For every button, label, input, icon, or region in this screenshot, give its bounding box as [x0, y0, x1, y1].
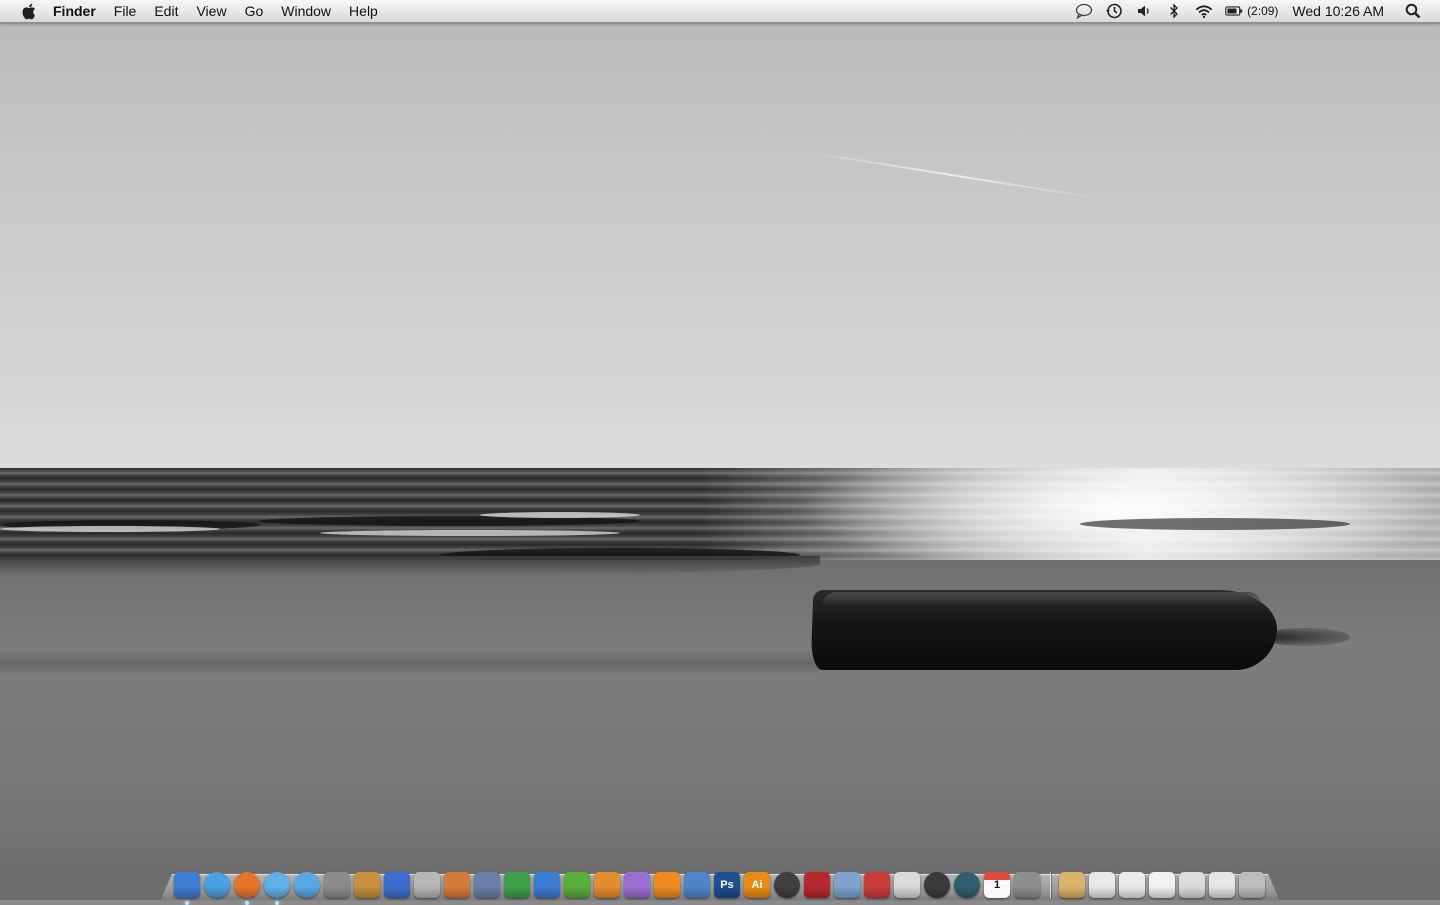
dock-word-icon[interactable]	[534, 872, 560, 898]
dock-itunes-icon[interactable]	[264, 872, 290, 905]
dock-osx-app-icon[interactable]	[924, 872, 950, 898]
dock-xcode-icon[interactable]	[684, 872, 710, 898]
menu-clock[interactable]: Wed 10:26 AM	[1292, 3, 1384, 19]
dock-idvd-icon[interactable]	[414, 872, 440, 898]
menu-help[interactable]: Help	[340, 0, 387, 22]
menu-app-finder[interactable]: Finder	[53, 0, 105, 22]
wallpaper-sand-ridge	[0, 650, 820, 676]
apple-menu-icon[interactable]	[19, 2, 37, 20]
dock: Ps Ai 1	[160, 856, 1280, 905]
dock-vmware-icon[interactable]	[864, 872, 890, 898]
dock-safari-icon[interactable]	[204, 872, 230, 898]
dock-photoshop-icon[interactable]: Ps	[714, 872, 740, 898]
dock-imovie-icon[interactable]	[384, 872, 410, 898]
dock-numbers-icon[interactable]	[504, 872, 530, 898]
dock-excel-icon[interactable]	[564, 872, 590, 898]
time-machine-icon[interactable]	[1105, 2, 1123, 20]
menu-bar: Finder File Edit View Go Window Help (2:…	[0, 0, 1440, 23]
dock-ical-icon[interactable]: 1	[984, 872, 1010, 898]
spotlight-icon[interactable]	[1404, 2, 1422, 20]
dock-screenshots-stack-icon[interactable]	[1179, 872, 1205, 898]
dock-aperture-icon[interactable]	[774, 872, 800, 898]
wifi-icon[interactable]	[1195, 2, 1213, 20]
dock-text-doc-stack-icon[interactable]	[1149, 872, 1175, 898]
dock-downloads-stack-icon[interactable]	[1209, 872, 1235, 898]
dock-vlc-icon[interactable]	[654, 872, 680, 898]
dock-powerpoint-icon[interactable]	[594, 872, 620, 898]
running-indicator	[245, 901, 249, 905]
dock-firefox-icon[interactable]	[234, 872, 260, 905]
dock-finder-icon[interactable]	[174, 872, 200, 905]
wallpaper-wave	[1080, 518, 1350, 530]
chat-status-icon[interactable]	[1075, 2, 1093, 20]
battery-icon[interactable]	[1225, 2, 1243, 20]
dock-iphoto-icon[interactable]	[324, 872, 350, 898]
menu-file[interactable]: File	[105, 0, 146, 22]
running-indicator	[185, 901, 189, 905]
dock-trash-icon[interactable]	[1239, 872, 1265, 898]
dock-keynote-icon[interactable]	[444, 872, 470, 898]
dock-illustrator-label: Ai	[751, 879, 763, 891]
wallpaper-foam	[320, 530, 620, 536]
bluetooth-icon[interactable]	[1165, 2, 1183, 20]
menu-go[interactable]: Go	[236, 0, 273, 22]
dock-preview-icon[interactable]	[834, 872, 860, 898]
dock-pages-doc-stack-icon[interactable]	[1119, 872, 1145, 898]
dock-script-editor-icon[interactable]	[474, 872, 500, 898]
dock-ical-label: 1	[993, 879, 1001, 891]
dock-pdf-stack-icon[interactable]	[1089, 872, 1115, 898]
menu-view[interactable]: View	[187, 0, 235, 22]
wallpaper-sky	[0, 0, 1440, 470]
dock-system-preferences-icon[interactable]	[1014, 872, 1040, 898]
running-indicator	[275, 901, 279, 905]
wallpaper-foam	[0, 526, 220, 532]
menu-window[interactable]: Window	[272, 0, 340, 22]
dock-documents-stack-icon[interactable]	[1059, 872, 1085, 898]
wallpaper-driftwood-shadow	[1260, 628, 1350, 646]
dock-ichat-icon[interactable]	[294, 872, 320, 898]
dock-x11-icon[interactable]	[894, 872, 920, 898]
dock-entourage-icon[interactable]	[624, 872, 650, 898]
dock-separator[interactable]	[1050, 872, 1051, 898]
wallpaper-foam	[480, 512, 640, 518]
desktop-wallpaper	[0, 0, 1440, 900]
dock-photoshop-label: Ps	[720, 879, 734, 891]
dock-illustrator-icon[interactable]: Ai	[744, 872, 770, 898]
volume-icon[interactable]	[1135, 2, 1153, 20]
battery-time-remaining[interactable]: (2:09)	[1247, 4, 1278, 18]
dock-time-machine-icon[interactable]	[954, 872, 980, 898]
dock-items: Ps Ai 1	[174, 858, 1269, 905]
menu-extras: (2:09) Wed 10:26 AM	[1069, 0, 1440, 22]
wallpaper-driftwood-highlight	[822, 592, 1262, 606]
menu-edit[interactable]: Edit	[145, 0, 187, 22]
dock-garageband-icon[interactable]	[354, 872, 380, 898]
dock-final-cut-icon[interactable]	[804, 872, 830, 898]
